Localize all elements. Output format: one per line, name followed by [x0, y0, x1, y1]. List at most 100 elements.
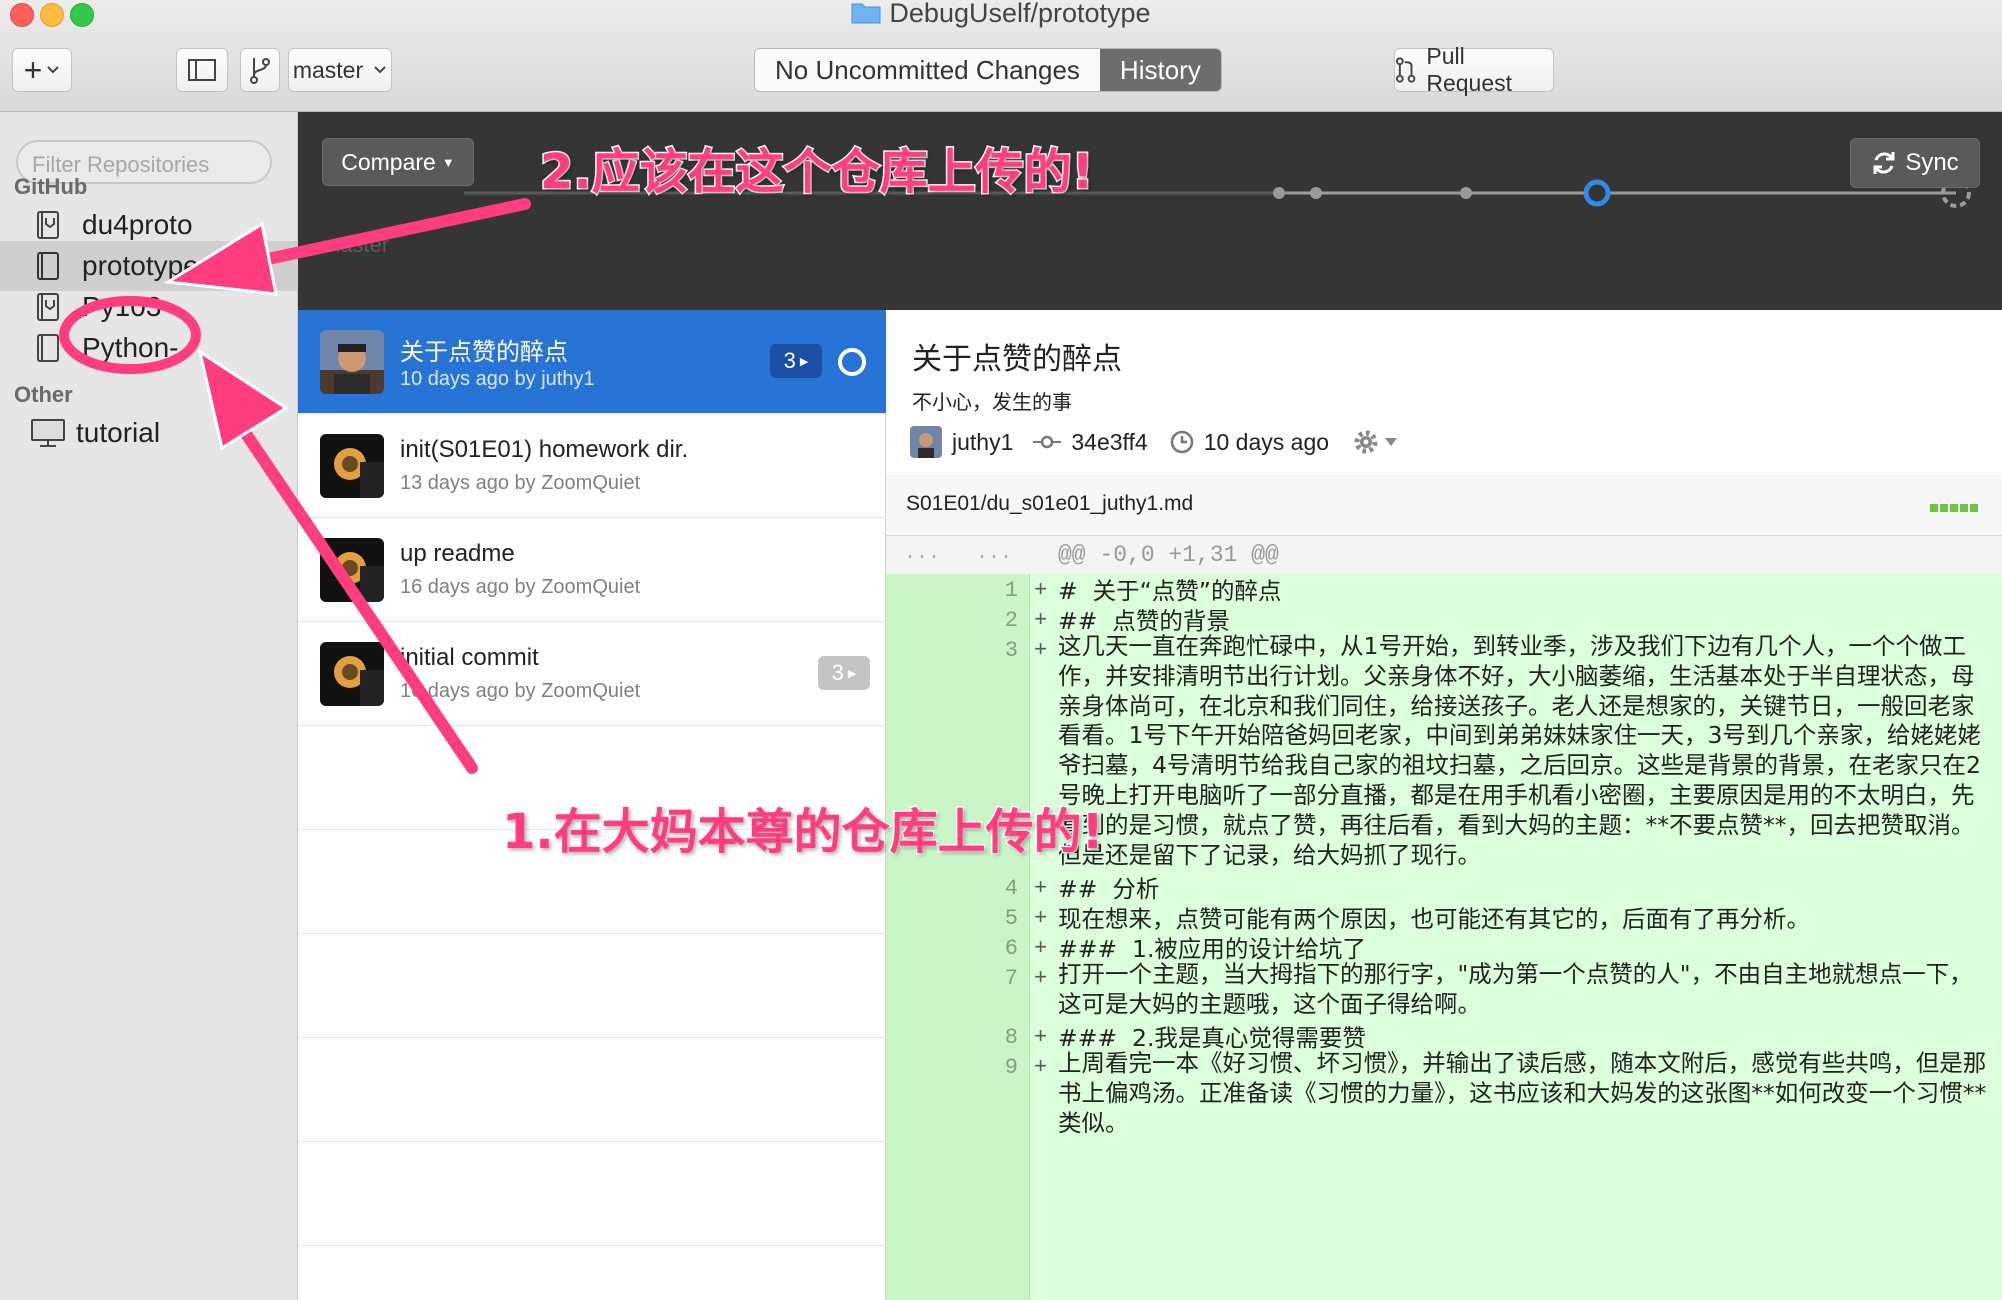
commit-row[interactable]: initial commit 16 days ago by ZoomQuiet … — [298, 622, 886, 726]
timeline-selected-commit[interactable] — [1583, 179, 1611, 207]
added-marker: + — [1034, 578, 1048, 603]
commit-author[interactable]: juthy1 — [952, 429, 1013, 456]
hunk-gutter-old: ... — [903, 542, 940, 565]
added-marker: + — [1034, 936, 1048, 961]
avatar — [320, 538, 384, 602]
repo-icon — [37, 252, 59, 280]
commit-title: 关于点赞的醉点 — [400, 339, 568, 366]
added-marker: + — [1034, 966, 1048, 991]
caret-down-icon — [1385, 438, 1398, 446]
commit-detail-meta: juthy1 34e3ff4 10 days ago — [910, 422, 1398, 462]
compare-button[interactable]: Compare ▼ — [322, 138, 474, 186]
added-marker: + — [1034, 638, 1048, 663]
avatar — [910, 426, 942, 458]
timeline-label: master — [322, 232, 389, 257]
added-marker: + — [1034, 608, 1048, 633]
pull-request-button[interactable]: Pull Request — [1394, 43, 1554, 96]
commit-detail-description: 不小心，发生的事 — [912, 392, 1072, 414]
forked-repo-icon — [37, 293, 59, 321]
empty-row — [298, 1142, 886, 1246]
sidebar-icon — [188, 59, 216, 81]
gear-icon — [1354, 430, 1378, 454]
hunk-range: @@ -0,0 +1,31 @@ — [1058, 542, 1279, 568]
commit-selected-ring-icon — [838, 348, 866, 376]
file-header[interactable]: S01E01/du_s01e01_juthy1.md — [886, 474, 2002, 536]
line-number: 3 — [1004, 638, 1018, 663]
clock-icon — [1170, 430, 1193, 454]
sync-button[interactable]: Sync — [1850, 138, 1980, 188]
window-toolbar: DebugUself/prototype + master No Uncommi… — [0, 0, 2002, 112]
avatar — [320, 330, 384, 394]
line-number: 1 — [1004, 578, 1018, 603]
branch-icon — [250, 58, 270, 84]
commit-title: init(S01E01) homework dir. — [400, 436, 689, 463]
diff-hunk-header: ... ... @@ -0,0 +1,31 @@ — [886, 536, 2002, 574]
line-number: 7 — [1004, 966, 1018, 991]
commit-file-count-badge[interactable]: 3 ▶ — [770, 344, 822, 378]
add-menu-button[interactable]: + — [12, 48, 72, 92]
branch-selector[interactable]: master — [288, 48, 392, 92]
diff-view: ... ... @@ -0,0 +1,31 @@ 1 + # 关于“点赞”的醉点… — [886, 536, 2002, 1300]
hunk-gutter-new: ... — [975, 542, 1012, 565]
timeline-commit-dot[interactable] — [1273, 187, 1285, 199]
pull-request-icon — [1395, 57, 1416, 83]
chevron-down-icon — [374, 66, 386, 74]
added-marker: + — [1034, 1055, 1048, 1080]
sync-icon — [1873, 152, 1895, 174]
sidebar-item-python[interactable]: Python- — [0, 323, 298, 373]
commit-title: up readme — [400, 540, 515, 567]
commit-file-count-badge[interactable]: 3 ▶ — [818, 656, 870, 690]
section-github: GitHub — [14, 174, 88, 199]
diff-stat-bar — [1930, 504, 1980, 512]
toggle-sidebar-button[interactable] — [176, 48, 228, 92]
window-title: DebugUself/prototype — [0, 0, 2002, 29]
diff-line: 这几天一直在奔跑忙碌中，从1号开始，到转业季，涉及我们下边有几个人，一个个做工作… — [1058, 632, 1981, 869]
commit-row[interactable]: init(S01E01) homework dir. 13 days ago b… — [298, 414, 886, 518]
repository-sidebar: Filter Repositories GitHub du4proto prot… — [0, 112, 298, 1300]
avatar — [320, 642, 384, 706]
line-number: 8 — [1004, 1025, 1018, 1050]
commit-icon — [1033, 435, 1062, 449]
create-branch-button[interactable] — [240, 48, 280, 92]
line-number: 5 — [1004, 906, 1018, 931]
repo-icon — [37, 334, 59, 362]
sidebar-item-tutorial[interactable]: tutorial — [0, 408, 298, 458]
view-segment-control: No Uncommitted Changes History — [754, 48, 1222, 92]
branch-name: master — [292, 56, 364, 83]
computer-icon — [31, 419, 65, 447]
line-number: 4 — [1004, 876, 1018, 901]
tab-uncommitted-changes[interactable]: No Uncommitted Changes — [755, 49, 1100, 91]
commit-row[interactable]: up readme 16 days ago by ZoomQuiet — [298, 518, 886, 622]
folder-icon — [851, 3, 881, 24]
diff-line: 打开一个主题，当大拇指下的那行字，"成为第一个点赞的人"，不由自主地就想点一下，… — [1058, 960, 1973, 1018]
line-number: 6 — [1004, 936, 1018, 961]
added-marker: + — [1034, 876, 1048, 901]
commit-settings-menu[interactable] — [1353, 429, 1398, 455]
line-number: 9 — [1004, 1055, 1018, 1080]
added-marker: + — [1034, 1025, 1048, 1050]
added-marker: + — [1034, 906, 1048, 931]
chevron-down-icon — [47, 66, 60, 74]
annotation-bottom-text: 1.在大妈本尊的仓库上传的! — [501, 803, 1106, 862]
commit-sha[interactable]: 34e3ff4 — [1071, 429, 1147, 456]
commit-title: initial commit — [400, 644, 539, 671]
avatar — [320, 434, 384, 498]
commit-meta: 13 days ago by ZoomQuiet — [400, 472, 641, 494]
commit-meta: 16 days ago by ZoomQuiet — [400, 680, 641, 702]
commit-time: 10 days ago — [1203, 428, 1330, 455]
commit-meta: 16 days ago by ZoomQuiet — [400, 576, 641, 598]
diff-line: 上周看完一本《好习惯、坏习惯》，并输出了读后感，随本文附后，感觉有些共鸣，但是那… — [1058, 1049, 1987, 1137]
empty-row — [298, 1038, 886, 1142]
annotation-top-text: 2.应该在这个仓库上传的! — [539, 143, 1096, 202]
commit-meta: 10 days ago by juthy1 — [400, 368, 595, 390]
line-number: 2 — [1004, 608, 1018, 633]
commit-detail-title: 关于点赞的醉点 — [912, 343, 1122, 376]
timeline-commit-dot[interactable] — [1460, 187, 1472, 199]
timeline-commit-dot[interactable] — [1310, 187, 1322, 199]
section-other: Other — [14, 382, 73, 407]
commit-row[interactable]: 关于点赞的醉点 10 days ago by juthy1 3 ▶ — [298, 310, 886, 414]
tab-history[interactable]: History — [1099, 49, 1221, 91]
empty-row — [298, 934, 886, 1038]
file-path: S01E01/du_s01e01_juthy1.md — [906, 492, 1194, 515]
forked-repo-icon — [37, 211, 59, 239]
